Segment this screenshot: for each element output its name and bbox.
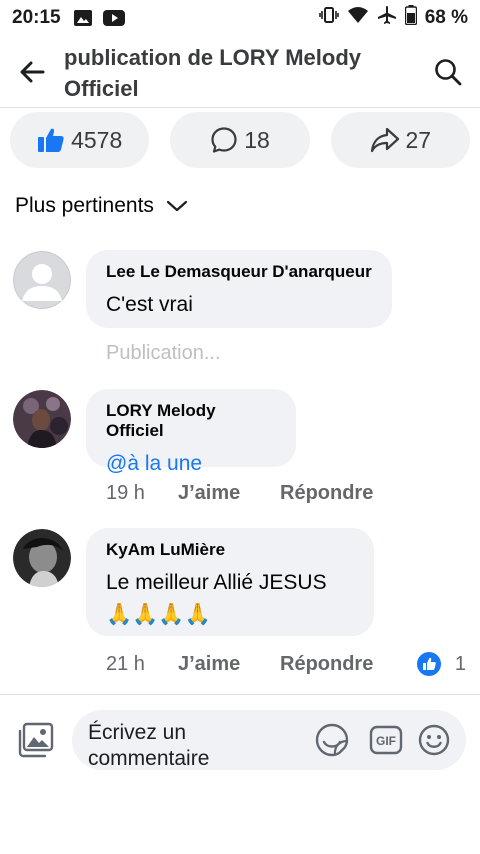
comment-author[interactable]: Lee Le Demasqueur D'anarqueur [106,262,372,282]
youtube-notification-icon [102,10,125,26]
search-icon [435,58,462,85]
svg-text:GIF: GIF [376,734,396,748]
comment-text: Le meilleur Allié JESUS [106,571,327,594]
comment-bubble[interactable]: LORY Melody Officiel @à la une [86,389,296,475]
shares-pill[interactable]: 27 [330,112,470,168]
avatar[interactable] [13,390,71,448]
mention-link[interactable]: @à la une [106,449,276,479]
reaction-bar: 4578 18 27 [10,112,470,168]
reply-button[interactable]: Répondre [280,482,373,505]
likes-count: 4578 [71,126,123,153]
vibrate-icon [318,6,339,30]
status-time: 20:15 [12,7,61,28]
sort-dropdown[interactable]: Plus pertinents [15,194,188,218]
page-title: publication de LORY Melody Officiel [64,44,362,101]
default-avatar-icon [13,251,71,309]
wifi-icon [347,6,369,30]
gif-button[interactable]: GIF [368,722,404,758]
comments-pill[interactable]: 18 [170,112,310,168]
avatar[interactable] [13,529,71,587]
likes-pill[interactable]: 4578 [10,112,150,168]
chevron-down-icon [166,200,188,212]
like-badge-icon [416,652,441,676]
post-header: publication de LORY Melody Officiel [0,36,480,108]
sticker-button[interactable] [314,722,350,758]
photo-icon [18,722,54,758]
comment-time: 21 h [106,652,145,675]
sort-label: Plus pertinents [15,194,154,217]
prayer-emoji: 🙏🙏🙏🙏 [106,603,211,626]
battery-icon [404,5,417,31]
like-reaction[interactable]: 1 [416,652,466,676]
add-photo-button[interactable] [16,720,56,760]
comment-author[interactable]: KyAm LuMière [106,540,354,560]
profile-photo [13,529,71,587]
profile-photo [13,390,71,448]
comments-count: 18 [244,126,270,153]
like-button[interactable]: J’aime [178,482,280,505]
like-count: 1 [454,652,466,675]
smiley-icon [418,724,450,756]
emoji-button[interactable] [416,722,452,758]
sticker-icon [315,723,349,757]
arrow-left-icon [20,61,45,82]
gallery-notification-icon [73,9,93,27]
shares-count: 27 [405,126,432,153]
reply-button[interactable]: Répondre [280,653,373,676]
gif-icon: GIF [369,725,403,755]
comment-placeholder: Écrivez un commentaire [88,721,210,770]
comment-actions: 21 h J’aime Répondre 1 [106,652,466,676]
avatar[interactable] [13,251,71,309]
comment-bubble[interactable]: Lee Le Demasqueur D'anarqueur C'est vrai [86,250,392,328]
comment-bubble[interactable]: KyAm LuMière Le meilleur Allié JESUS 🙏🙏🙏… [86,528,374,636]
like-button[interactable]: J’aime [178,653,280,676]
comment-input[interactable]: Écrivez un commentaire GIF [72,710,466,770]
divider [0,694,480,695]
thumbs-up-icon [38,128,64,152]
battery-percent: 68 % [424,7,468,28]
back-button[interactable] [0,36,64,108]
comment-author[interactable]: LORY Melody Officiel [106,401,276,441]
posting-status: Publication... [106,342,221,364]
comment-time: 19 h [106,482,145,504]
comment-bubble-icon [211,127,237,153]
status-bar: 20:15 68 % [0,0,480,36]
airplane-mode-icon [377,5,397,31]
comment-actions: 19 h J’aime Répondre [106,482,373,505]
share-arrow-icon [370,127,399,153]
search-button[interactable] [416,36,480,108]
comment-text: C'est vrai [106,293,193,316]
